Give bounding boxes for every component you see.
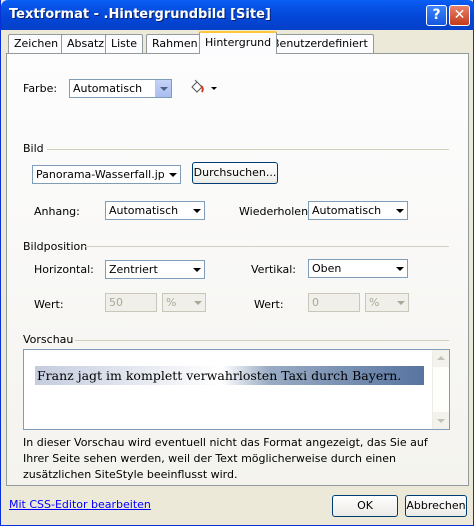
preview-scrollbar[interactable]	[432, 350, 449, 429]
tab-benutzerdefiniert[interactable]: Benutzerdefiniert	[266, 34, 374, 53]
wert-vertikal-label: Wert:	[254, 298, 284, 311]
anhang-value: Automatisch	[109, 204, 179, 217]
wert-vertikal-input[interactable]: 0	[308, 293, 360, 312]
ok-button[interactable]: OK	[332, 495, 398, 517]
unit-vertikal-select[interactable]: %	[365, 293, 409, 312]
vertikal-label: Vertikal:	[251, 263, 297, 276]
format-dialog: Textformat - .Hintergrundbild [Site] ? ✕…	[0, 0, 474, 526]
chevron-down-icon[interactable]	[391, 202, 407, 219]
browse-button[interactable]: Durchsuchen...	[192, 162, 278, 184]
scroll-up-icon[interactable]	[433, 350, 449, 367]
farbe-select[interactable]: Automatisch	[69, 79, 172, 98]
help-button[interactable]: ?	[426, 5, 447, 26]
farbe-label: Farbe:	[23, 82, 58, 95]
bild-divider	[47, 149, 449, 150]
horizontal-label: Horizontal:	[34, 263, 94, 276]
anhang-select[interactable]: Automatisch	[105, 201, 205, 220]
chevron-down-icon[interactable]	[188, 261, 204, 278]
preview-sample-text: Franz jagt im komplett verwahrlosten Tax…	[35, 366, 424, 385]
scroll-down-icon[interactable]	[433, 412, 449, 429]
css-editor-link[interactable]: Mit CSS-Editor bearbeiten	[9, 498, 151, 511]
paint-bucket-icon[interactable]	[189, 79, 219, 95]
cancel-button[interactable]: Abbrechen	[405, 495, 467, 517]
bildposition-section-label: Bildposition	[23, 240, 88, 253]
chevron-down-icon[interactable]	[391, 260, 407, 277]
wert-horizontal-value: 50	[109, 296, 123, 309]
bild-file-select[interactable]: Panorama-Wasserfall.jpg	[32, 165, 181, 184]
wert-vertikal-value: 0	[312, 296, 319, 309]
wert-horizontal-label: Wert:	[34, 298, 64, 311]
horizontal-select[interactable]: Zentriert	[105, 260, 205, 279]
preview-box: Franz jagt im komplett verwahrlosten Tax…	[23, 349, 450, 430]
title-bar[interactable]: Textformat - .Hintergrundbild [Site] ? ✕	[1, 0, 474, 30]
chevron-down-icon[interactable]	[164, 166, 180, 183]
chevron-down-icon[interactable]	[189, 294, 205, 311]
dialog-title: Textformat - .Hintergrundbild [Site]	[9, 7, 271, 22]
vertikal-select[interactable]: Oben	[308, 259, 408, 278]
wiederholen-label: Wiederholen:	[239, 205, 312, 218]
bildposition-divider	[85, 246, 449, 247]
bild-section-label: Bild	[23, 142, 44, 155]
preview-note: In dieser Vorschau wird eventuell nicht …	[23, 436, 428, 481]
wiederholen-select[interactable]: Automatisch	[308, 201, 408, 220]
farbe-value: Automatisch	[73, 82, 143, 95]
tab-liste[interactable]: Liste	[105, 34, 143, 53]
unit-horizontal-value: %	[166, 296, 177, 309]
tab-zeichen[interactable]: Zeichen	[8, 34, 65, 53]
close-button[interactable]: ✕	[449, 5, 470, 26]
tab-rahmen[interactable]: Rahmen	[146, 34, 204, 53]
chevron-down-icon[interactable]	[188, 202, 204, 219]
bild-file-value: Panorama-Wasserfall.jpg	[36, 168, 172, 181]
chevron-down-icon[interactable]	[155, 80, 171, 97]
vorschau-divider	[75, 340, 449, 341]
wiederholen-value: Automatisch	[312, 204, 382, 217]
tab-hintergrund[interactable]: Hintergrund	[199, 31, 278, 54]
anhang-label: Anhang:	[34, 205, 80, 218]
tab-absatz[interactable]: Absatz	[61, 34, 111, 53]
vorschau-section-label: Vorschau	[23, 333, 74, 346]
wert-horizontal-input[interactable]: 50	[105, 293, 157, 312]
chevron-down-icon[interactable]	[392, 294, 408, 311]
horizontal-value: Zentriert	[109, 263, 158, 276]
unit-horizontal-select[interactable]: %	[162, 293, 206, 312]
vertikal-value: Oben	[312, 262, 342, 275]
unit-vertikal-value: %	[369, 296, 380, 309]
